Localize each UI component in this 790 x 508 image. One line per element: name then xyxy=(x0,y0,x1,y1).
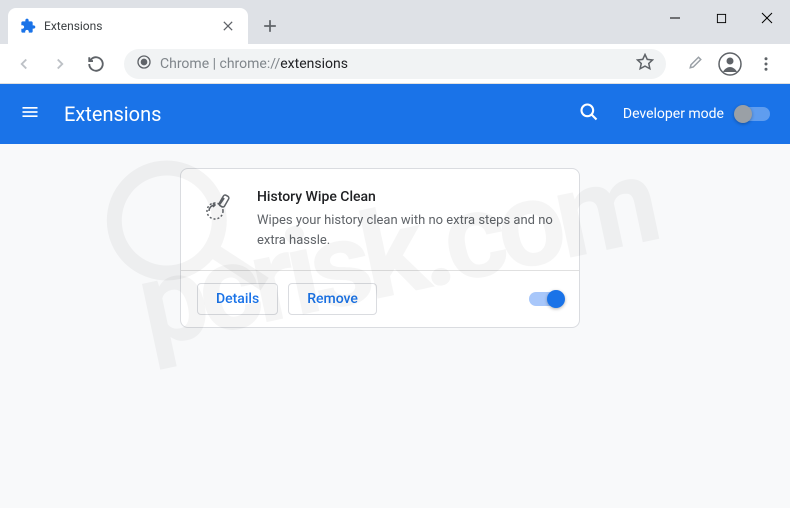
browser-tab[interactable]: Extensions xyxy=(8,8,248,44)
toggle-thumb-icon xyxy=(547,290,565,308)
search-button[interactable] xyxy=(579,102,603,126)
window-close-button[interactable] xyxy=(744,0,790,36)
extension-card-body: History Wipe Clean Wipes your history cl… xyxy=(181,169,579,270)
chrome-menu-button[interactable] xyxy=(750,48,782,80)
extension-info: History Wipe Clean Wipes your history cl… xyxy=(257,189,559,250)
omnibox-actions xyxy=(636,53,654,75)
toggle-thumb-icon xyxy=(734,105,752,123)
back-button[interactable] xyxy=(8,48,40,80)
window-controls xyxy=(652,0,790,36)
omnibox-separator: | xyxy=(209,56,219,72)
extension-card: History Wipe Clean Wipes your history cl… xyxy=(180,168,580,328)
omnibox-prefix: Chrome xyxy=(160,56,209,72)
bookmark-star-icon[interactable] xyxy=(636,53,654,75)
page-title: Extensions xyxy=(64,102,579,126)
reload-button[interactable] xyxy=(80,48,112,80)
omnibox-path: extensions xyxy=(280,56,348,72)
omnibox-scheme: chrome:// xyxy=(220,56,281,72)
developer-mode-toggle[interactable] xyxy=(736,107,770,121)
extension-description: Wipes your history clean with no extra s… xyxy=(257,211,559,250)
address-bar[interactable]: Chrome | chrome://extensions xyxy=(124,49,666,79)
tab-title: Extensions xyxy=(44,19,220,33)
window-minimize-button[interactable] xyxy=(652,0,698,36)
hamburger-menu-button[interactable] xyxy=(20,102,44,126)
address-bar-text: Chrome | chrome://extensions xyxy=(160,56,348,72)
extensions-content: History Wipe Clean Wipes your history cl… xyxy=(0,144,790,508)
eyedropper-extension-icon[interactable] xyxy=(678,48,710,80)
chrome-security-icon xyxy=(136,54,152,74)
remove-button[interactable]: Remove xyxy=(288,283,377,315)
browser-toolbar: Chrome | chrome://extensions xyxy=(0,44,790,84)
new-tab-button[interactable] xyxy=(256,12,284,40)
extension-enabled-toggle[interactable] xyxy=(529,292,563,306)
extension-name: History Wipe Clean xyxy=(257,189,559,205)
forward-button[interactable] xyxy=(44,48,76,80)
profile-avatar-button[interactable] xyxy=(714,48,746,80)
developer-mode-label: Developer mode xyxy=(623,106,724,122)
details-button[interactable]: Details xyxy=(197,283,278,315)
tab-close-button[interactable] xyxy=(220,18,236,34)
window-maximize-button[interactable] xyxy=(698,0,744,36)
extensions-header: Extensions Developer mode xyxy=(0,84,790,144)
extension-card-footer: Details Remove xyxy=(181,270,579,327)
extension-icon xyxy=(201,189,237,225)
extension-puzzle-icon xyxy=(20,18,36,34)
